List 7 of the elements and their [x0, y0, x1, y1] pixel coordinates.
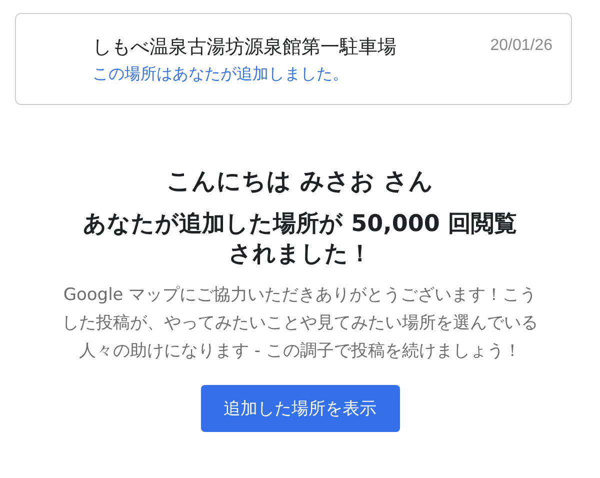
- thank-you-message: Google マップにご協力いただきありがとうございます！こうした投稿が、やってみたいことや見てみたい場所を選んでいる人々の助けになります - この調子で投稿を続けましょう！: [61, 284, 539, 363]
- place-name: しもべ温泉古湯坊源泉館第一駐車場: [92, 35, 396, 60]
- view-places-button[interactable]: 追加した場所を表示: [200, 385, 400, 432]
- added-note: この場所はあなたが追加しました。: [92, 64, 350, 85]
- headline: あなたが追加した場所が 50,000 回閲覧されました！: [82, 210, 518, 269]
- date-label: 20/01/26: [490, 36, 552, 56]
- greeting: こんにちは みさお さん: [166, 166, 434, 197]
